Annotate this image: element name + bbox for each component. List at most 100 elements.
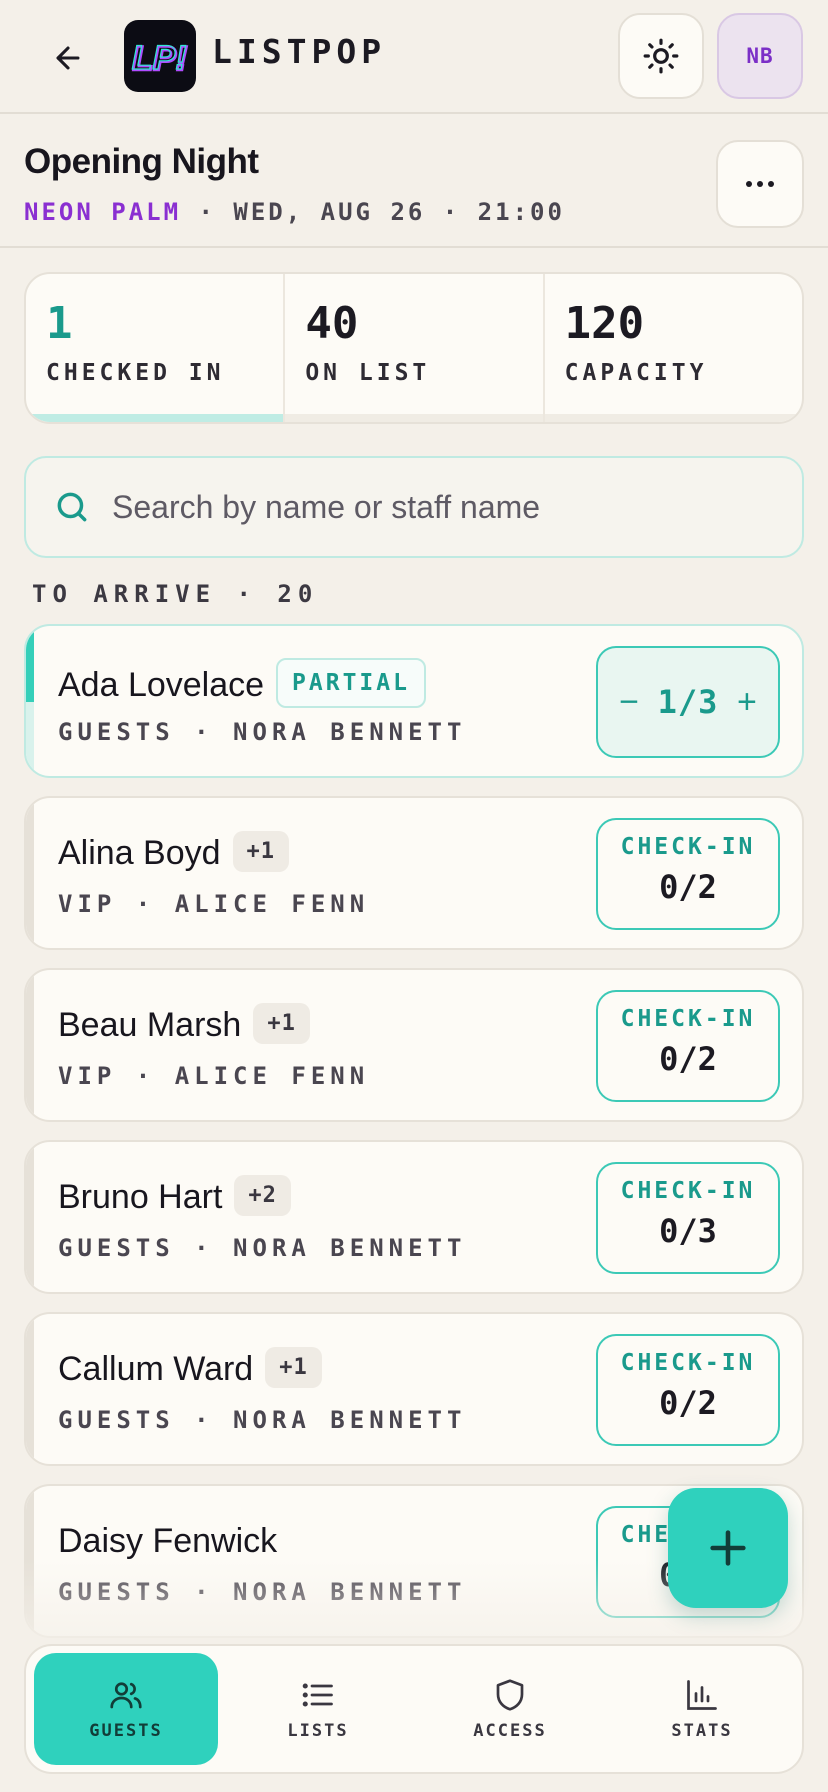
checkin-label: CHECK-IN: [620, 834, 756, 860]
plus-ones-badge: +1: [253, 1002, 310, 1044]
nav-label: LISTS: [287, 1721, 349, 1741]
stat-label: ON LIST: [305, 360, 431, 386]
search-icon: [52, 487, 92, 527]
guest-name-row: Callum Ward +1: [58, 1346, 322, 1392]
checkin-stepper: − 1/3 +: [596, 646, 780, 758]
shield-icon: [496, 1679, 524, 1711]
guest-meta: GUESTS · NORA BENNETT: [58, 1234, 467, 1262]
stat-on-list[interactable]: 40 ON LIST: [285, 274, 545, 422]
guest-name-row: Alina Boyd +1: [58, 830, 290, 876]
search-input[interactable]: [112, 488, 802, 526]
plus-ones-badge: +1: [232, 830, 290, 872]
checkin-label: CHECK-IN: [620, 1006, 756, 1032]
event-venue: NEON PALM: [24, 198, 182, 226]
increment-button[interactable]: +: [732, 683, 762, 722]
nav-label: GUESTS: [89, 1721, 163, 1741]
row-accent: [26, 798, 34, 948]
bar-chart-icon: [687, 1680, 717, 1710]
list-icon: [302, 1683, 333, 1707]
search-bar: [24, 456, 804, 558]
guest-name: Beau Marsh: [58, 1006, 242, 1044]
stat-label: CHECKED IN: [46, 360, 225, 386]
more-dot: [768, 181, 774, 187]
stat-value: 40: [305, 298, 359, 349]
stat-capacity[interactable]: 120 CAPACITY: [544, 274, 802, 422]
checkin-button[interactable]: CHECK-IN 0/2: [596, 1334, 780, 1446]
stat-indicator: [544, 414, 802, 422]
guest-meta: GUESTS · NORA BENNETT: [58, 718, 467, 746]
guest-name-row: Bruno Hart +2: [58, 1174, 291, 1220]
checkin-count: 0/3: [659, 1212, 717, 1250]
logo-mark-glow: LP!: [132, 39, 187, 77]
nav-item-guests[interactable]: GUESTS: [34, 1653, 218, 1765]
row-accent: [26, 1314, 34, 1464]
row-accent: [26, 1142, 34, 1292]
checkin-count: 0/2: [659, 1384, 717, 1422]
stat-indicator: [26, 414, 284, 422]
bottom-nav: GUESTS LISTS ACCESS STATS: [24, 1644, 804, 1774]
back-button[interactable]: [42, 32, 94, 84]
guest-meta: VIP · ALICE FENN: [58, 890, 370, 918]
nav-item-stats[interactable]: STATS: [610, 1653, 794, 1765]
arrow-left-icon: [56, 46, 80, 70]
guest-row[interactable]: Callum Ward +1 GUESTS · NORA BENNETT CHEC…: [24, 1312, 804, 1466]
brand-name: LISTPOP: [212, 32, 387, 71]
more-horizontal-icon: [746, 181, 752, 187]
users-icon: [110, 1682, 142, 1709]
guest-meta: GUESTS · NORA BENNETT: [58, 1578, 467, 1606]
add-guest-button[interactable]: [668, 1488, 788, 1608]
guest-name-row: Daisy Fenwick: [58, 1522, 277, 1561]
guest-meta: GUESTS · NORA BENNETT: [58, 1406, 467, 1434]
plus-ones-badge: +1: [265, 1346, 322, 1388]
checkin-button[interactable]: CHECK-IN 0/2: [596, 990, 780, 1102]
plus-icon: [710, 1530, 746, 1566]
guest-row[interactable]: Beau Marsh +1 VIP · ALICE FENN CHECK-IN 0…: [24, 968, 804, 1122]
checkin-count: 1/3: [657, 683, 719, 721]
row-accent: [26, 626, 34, 776]
nav-label: ACCESS: [473, 1721, 547, 1741]
event-header: Opening Night NEON PALM · WED, AUG 26 · …: [0, 114, 828, 248]
guest-name: Alina Boyd: [58, 834, 221, 872]
checkin-button[interactable]: CHECK-IN 0/2: [596, 818, 780, 930]
checkin-count: 0/2: [659, 1040, 717, 1078]
stat-label: CAPACITY: [564, 360, 708, 386]
event-subtitle: NEON PALM · WED, AUG 26 · 21:00: [24, 198, 565, 226]
guest-name: Ada Lovelace: [58, 665, 265, 704]
nav-item-access[interactable]: ACCESS: [418, 1653, 602, 1765]
sun-icon: [643, 38, 679, 74]
more-options-button[interactable]: [716, 140, 804, 228]
user-avatar[interactable]: NB: [717, 13, 803, 99]
checkin-label: CHECK-IN: [620, 1350, 756, 1376]
guest-row[interactable]: Bruno Hart +2 GUESTS · NORA BENNETT CHECK…: [24, 1140, 804, 1294]
guest-name-row: Ada Lovelace PARTIAL: [58, 658, 426, 712]
app-header: LP! LP! LISTPOP NB: [0, 0, 828, 114]
stat-checked-in[interactable]: 1 CHECKED IN: [26, 274, 286, 422]
checkin-button[interactable]: CHECK-IN 0/3: [596, 1162, 780, 1274]
checkin-label: CHECK-IN: [620, 1178, 756, 1204]
guest-name-row: Beau Marsh +1: [58, 1002, 310, 1048]
theme-toggle-button[interactable]: [618, 13, 704, 99]
event-datetime: · WED, AUG 26 · 21:00: [181, 198, 565, 226]
decrement-button[interactable]: −: [614, 683, 644, 722]
stat-value: 1: [46, 298, 73, 349]
section-label-to-arrive: TO ARRIVE · 20: [32, 580, 319, 608]
stat-value: 120: [564, 298, 645, 349]
guest-meta: VIP · ALICE FENN: [58, 1062, 370, 1090]
guest-row[interactable]: Alina Boyd +1 VIP · ALICE FENN CHECK-IN 0…: [24, 796, 804, 950]
stats-card: 1 CHECKED IN 40 ON LIST 120 CAPACITY: [24, 272, 804, 424]
status-badge: PARTIAL: [276, 658, 426, 708]
event-title: Opening Night: [24, 142, 259, 181]
guest-row[interactable]: Ada Lovelace PARTIAL GUESTS · NORA BENNET…: [24, 624, 804, 778]
checkin-count: 0/2: [659, 868, 717, 906]
row-accent: [26, 970, 34, 1120]
plus-ones-badge: +2: [234, 1174, 291, 1216]
guest-name: Callum Ward: [58, 1350, 254, 1388]
stat-indicator: [285, 414, 543, 422]
nav-label: STATS: [671, 1721, 733, 1741]
guest-name: Bruno Hart: [58, 1178, 223, 1216]
app-logo: LP! LP!: [124, 20, 196, 92]
nav-item-lists[interactable]: LISTS: [226, 1653, 410, 1765]
more-dot: [757, 181, 763, 187]
row-accent: [26, 1486, 34, 1636]
guest-name: Daisy Fenwick: [58, 1522, 278, 1560]
